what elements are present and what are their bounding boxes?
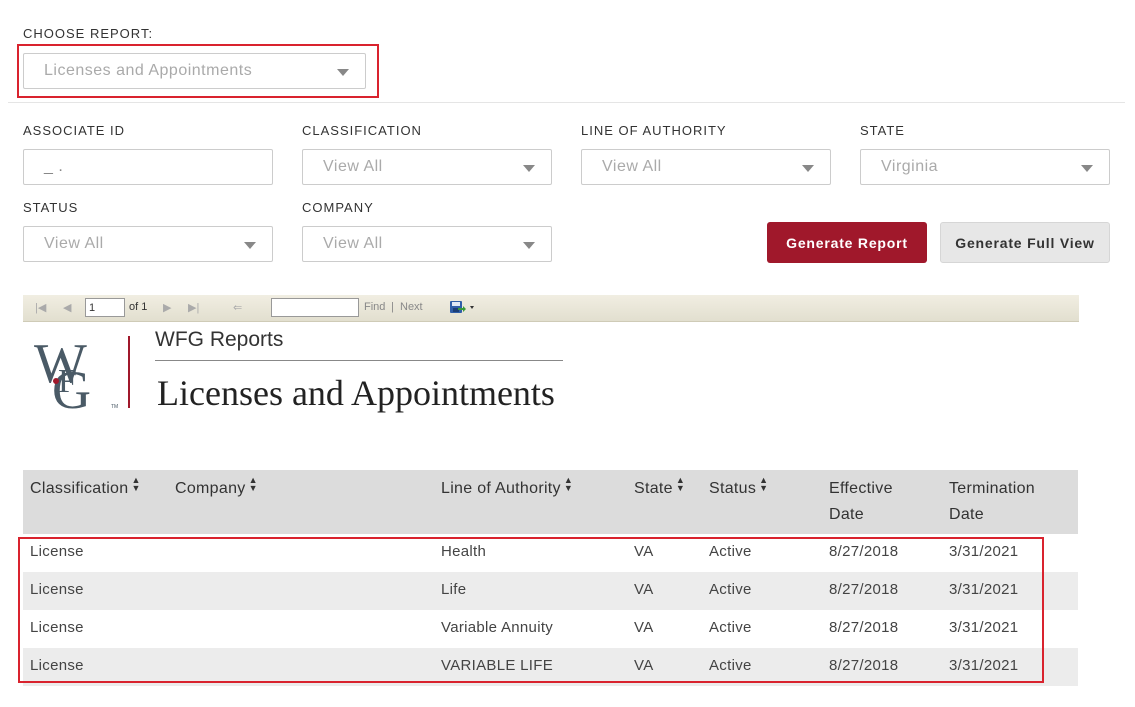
sort-icon[interactable]: ▲ ▼ (564, 476, 573, 493)
column-header-state[interactable]: State ▲ ▼ (634, 476, 685, 502)
classification-value: View All (323, 158, 383, 175)
line-of-authority-select[interactable]: View All (581, 149, 831, 185)
classification-label: CLASSIFICATION (302, 123, 422, 138)
toolbar-separator: | (391, 301, 394, 313)
status-value: View All (44, 235, 104, 252)
sort-icon[interactable]: ▲ ▼ (131, 476, 140, 493)
section-divider (8, 102, 1125, 103)
wfg-logo: W G F TM (32, 330, 137, 420)
highlight-box-report-select (17, 44, 379, 98)
report-rule (155, 360, 563, 361)
sort-icon[interactable]: ▲ ▼ (759, 476, 768, 493)
chevron-down-icon (523, 242, 535, 249)
company-label: COMPANY (302, 200, 374, 215)
next-link[interactable]: Next (400, 301, 423, 313)
column-header-company[interactable]: Company ▲ ▼ (175, 476, 258, 502)
report-title: Licenses and Appointments (157, 373, 555, 413)
next-page-icon[interactable]: ▶ (163, 302, 171, 315)
generate-full-view-button[interactable]: Generate Full View (940, 222, 1110, 263)
svg-text:F: F (58, 363, 77, 400)
report-toolbar: |◀ ◀ of 1 ▶ ▶| ⇐ Find | Next (23, 295, 1079, 322)
associate-id-label: ASSOCIATE ID (23, 123, 126, 138)
report-subtitle: WFG Reports (155, 328, 284, 351)
status-label: STATUS (23, 200, 79, 215)
column-header-effective-date: Effective Date (829, 480, 893, 523)
state-select[interactable]: Virginia (860, 149, 1110, 185)
export-icon[interactable] (449, 299, 475, 320)
first-page-icon[interactable]: |◀ (35, 302, 46, 315)
status-select[interactable]: View All (23, 226, 273, 262)
page-number-input[interactable] (85, 298, 125, 317)
chevron-down-icon (244, 242, 256, 249)
chevron-down-icon (1081, 165, 1093, 172)
associate-id-input[interactable]: _ . (23, 149, 273, 185)
highlight-box-table-rows (18, 537, 1044, 683)
page-count: of 1 (129, 301, 148, 313)
find-link[interactable]: Find (364, 301, 385, 313)
last-page-icon[interactable]: ▶| (188, 302, 199, 315)
line-of-authority-value: View All (602, 158, 662, 175)
sort-icon[interactable]: ▲ ▼ (676, 476, 685, 493)
find-input[interactable] (271, 298, 359, 317)
line-of-authority-label: LINE OF AUTHORITY (581, 123, 727, 138)
chevron-down-icon (523, 165, 535, 172)
company-value: View All (323, 235, 383, 252)
svg-text:TM: TM (111, 404, 118, 410)
column-header-classification[interactable]: Classification ▲ ▼ (30, 476, 141, 502)
table-header: Classification ▲ ▼ Company ▲ ▼ Line of Autho… (23, 470, 1078, 534)
classification-select[interactable]: View All (302, 149, 552, 185)
generate-report-button[interactable]: Generate Report (767, 222, 927, 263)
company-select[interactable]: View All (302, 226, 552, 262)
choose-report-label: CHOOSE REPORT: (23, 26, 154, 41)
state-label: STATE (860, 123, 905, 138)
column-header-line-of-authority[interactable]: Line of Authority ▲ ▼ (441, 476, 573, 502)
sort-icon[interactable]: ▲ ▼ (249, 476, 258, 493)
chevron-down-icon (802, 165, 814, 172)
state-value: Virginia (881, 158, 939, 175)
column-header-termination-date: Termination Date (949, 480, 1036, 523)
back-icon[interactable]: ⇐ (233, 302, 242, 315)
previous-page-icon[interactable]: ◀ (63, 302, 71, 315)
associate-id-value: _ . (44, 158, 64, 175)
column-header-status[interactable]: Status ▲ ▼ (709, 476, 768, 502)
